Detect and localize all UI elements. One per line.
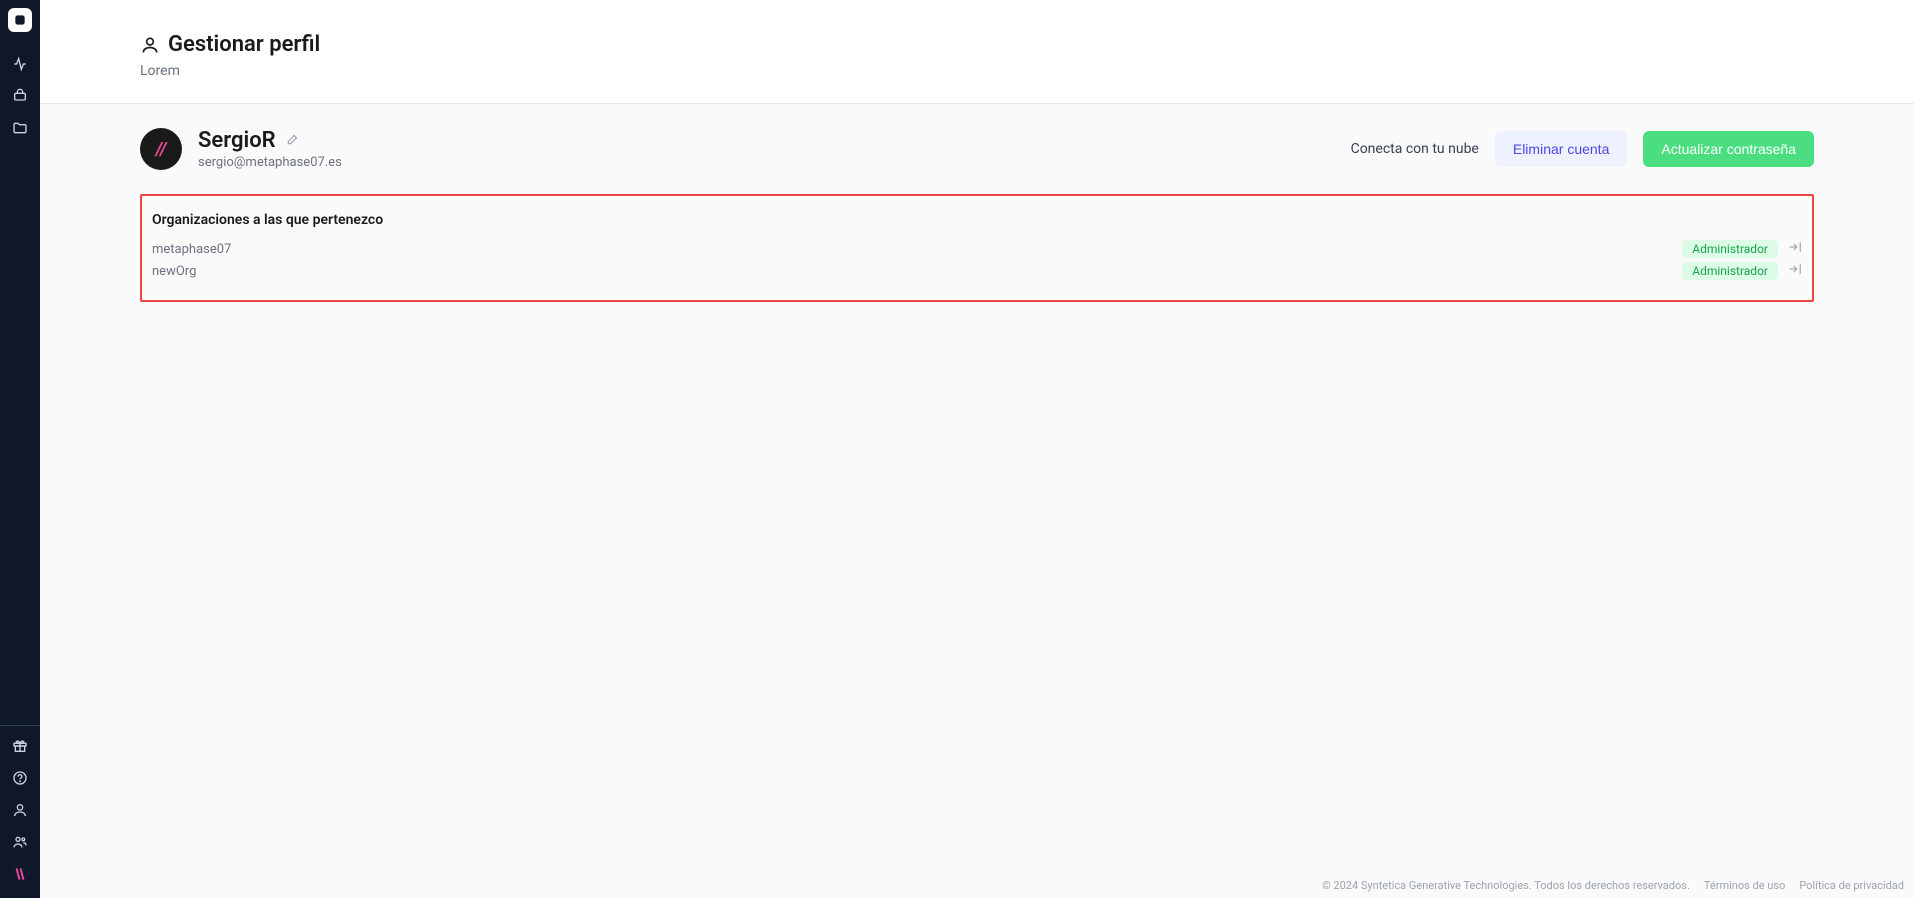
leave-org-icon[interactable] (1788, 262, 1802, 280)
footer-terms-link[interactable]: Términos de uso (1704, 879, 1785, 892)
brand-icon[interactable] (0, 858, 40, 890)
organizations-panel: Organizaciones a las que pertenezco meta… (140, 194, 1814, 302)
org-right: Administrador (1682, 240, 1802, 258)
connect-cloud-link[interactable]: Conecta con tu nube (1351, 141, 1479, 157)
user-icon[interactable] (0, 794, 40, 826)
profile-name: SergioR (198, 128, 276, 153)
page-subtitle: Lorem (140, 63, 1814, 79)
role-badge: Administrador (1682, 262, 1778, 280)
profile-name-row: SergioR (198, 128, 342, 153)
profile-info: SergioR sergio@metaphase07.es (198, 128, 342, 170)
users-icon[interactable] (0, 826, 40, 858)
role-badge: Administrador (1682, 240, 1778, 258)
update-password-button[interactable]: Actualizar contraseña (1643, 131, 1814, 167)
org-row: metaphase07 Administrador (152, 238, 1802, 260)
footer: © 2024 Syntetica Generative Technologies… (1322, 879, 1904, 892)
sidebar (0, 0, 40, 898)
delete-account-button[interactable]: Eliminar cuenta (1495, 131, 1628, 167)
org-name: newOrg (152, 264, 196, 279)
app-logo[interactable] (8, 8, 32, 32)
content-area: SergioR sergio@metaphase07.es Conecta co… (40, 104, 1914, 898)
organizations-title: Organizaciones a las que pertenezco (152, 212, 1802, 228)
profile-row: SergioR sergio@metaphase07.es Conecta co… (140, 128, 1814, 170)
main-content: Gestionar perfil Lorem SergioR sergio@me… (40, 0, 1914, 898)
edit-name-icon[interactable] (286, 132, 300, 150)
nav-item-1[interactable] (0, 48, 40, 80)
page-title: Gestionar perfil (168, 32, 320, 57)
page-title-row: Gestionar perfil (140, 32, 1814, 57)
nav-item-2[interactable] (0, 80, 40, 112)
help-icon[interactable] (0, 762, 40, 794)
folder-icon[interactable] (0, 112, 40, 144)
leave-org-icon[interactable] (1788, 240, 1802, 258)
page-header: Gestionar perfil Lorem (40, 0, 1914, 104)
profile-email: sergio@metaphase07.es (198, 155, 342, 170)
avatar (140, 128, 182, 170)
gift-icon[interactable] (0, 730, 40, 762)
org-row: newOrg Administrador (152, 260, 1802, 282)
org-right: Administrador (1682, 262, 1802, 280)
profile-actions: Conecta con tu nube Eliminar cuenta Actu… (1351, 131, 1814, 167)
org-name: metaphase07 (152, 242, 231, 257)
profile-icon (140, 35, 160, 55)
footer-copyright: © 2024 Syntetica Generative Technologies… (1322, 879, 1690, 892)
footer-privacy-link[interactable]: Política de privacidad (1799, 879, 1904, 892)
